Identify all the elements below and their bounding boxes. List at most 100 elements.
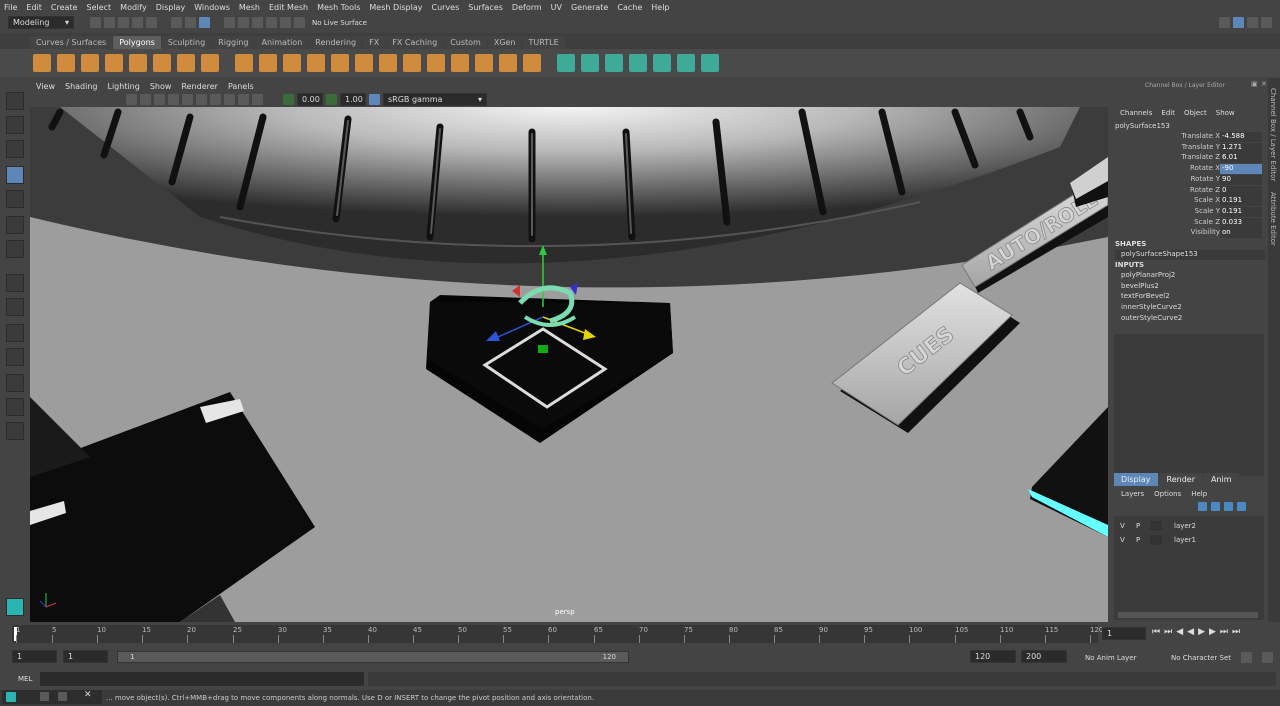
save-scene-icon[interactable] bbox=[118, 17, 129, 28]
menu-generate[interactable]: Generate bbox=[571, 3, 608, 12]
layer-tab-render[interactable]: Render bbox=[1159, 473, 1202, 486]
layer-menu-help[interactable]: Help bbox=[1191, 490, 1207, 498]
shelf-tab-curves-surfaces[interactable]: Curves / Surfaces bbox=[30, 36, 113, 49]
layer-menu-options[interactable]: Options bbox=[1154, 490, 1181, 498]
menu-uv[interactable]: UV bbox=[551, 3, 562, 12]
layer-menu-layers[interactable]: Layers bbox=[1121, 490, 1144, 498]
menu-file[interactable]: File bbox=[4, 3, 17, 12]
layout-uv-icon[interactable] bbox=[701, 54, 719, 72]
go-to-start-icon[interactable]: ⏮ bbox=[1152, 627, 1160, 637]
viewport-menu-shading[interactable]: Shading bbox=[65, 82, 98, 91]
checker-icon[interactable] bbox=[677, 54, 695, 72]
connect-icon[interactable] bbox=[403, 54, 421, 72]
attribute-value[interactable]: 0.191 bbox=[1220, 206, 1262, 217]
shadows-icon[interactable] bbox=[196, 94, 207, 105]
attribute-row[interactable]: Translate X -4.588 bbox=[1110, 132, 1264, 143]
channel-box-toggle-icon[interactable] bbox=[1233, 17, 1244, 28]
layer-scrollbar[interactable] bbox=[1118, 612, 1258, 618]
spherical-mapping-icon[interactable] bbox=[605, 54, 623, 72]
new-layer-selected-icon[interactable] bbox=[1237, 502, 1246, 511]
anim-layer-dropdown[interactable]: No Anim Layer bbox=[1085, 654, 1136, 662]
cylindrical-mapping-icon[interactable] bbox=[581, 54, 599, 72]
attribute-value[interactable]: 0.191 bbox=[1220, 196, 1262, 207]
channel-menu-object[interactable]: Object bbox=[1184, 109, 1207, 119]
go-to-end-icon[interactable]: ⏭ bbox=[1232, 627, 1240, 637]
menu-display[interactable]: Display bbox=[156, 3, 186, 12]
snap-surface-icon[interactable] bbox=[280, 17, 291, 28]
attribute-row[interactable]: Rotate Z0 bbox=[1110, 185, 1264, 197]
new-layer-icon[interactable] bbox=[1224, 502, 1233, 511]
outliner-icon[interactable] bbox=[6, 398, 24, 416]
shelf-tab-polygons[interactable]: Polygons bbox=[113, 36, 161, 49]
attribute-value[interactable]: -90 bbox=[1220, 164, 1262, 175]
viewport-menu-lighting[interactable]: Lighting bbox=[107, 82, 139, 91]
menu-cache[interactable]: Cache bbox=[617, 3, 642, 12]
menu-mesh-tools[interactable]: Mesh Tools bbox=[317, 3, 360, 12]
menu-surfaces[interactable]: Surfaces bbox=[468, 3, 503, 12]
mode-dropdown[interactable]: Modeling ▾ bbox=[8, 16, 74, 29]
attribute-row[interactable]: Scale Z 0.033 bbox=[1110, 217, 1264, 229]
snap-curve-icon[interactable] bbox=[238, 17, 249, 28]
exposure-field[interactable]: 0.00 bbox=[297, 93, 323, 106]
aa-icon[interactable] bbox=[224, 94, 235, 105]
poly-pipe-icon[interactable] bbox=[201, 54, 219, 72]
restore-window-icon[interactable] bbox=[40, 692, 49, 701]
xray-icon[interactable] bbox=[238, 94, 249, 105]
automatic-mapping-icon[interactable] bbox=[629, 54, 647, 72]
layer-visibility-toggle[interactable]: V bbox=[1120, 536, 1125, 544]
target-weld-icon[interactable] bbox=[379, 54, 397, 72]
play-forward-icon[interactable]: ▶ bbox=[1198, 627, 1205, 637]
lasso-tool-icon[interactable] bbox=[6, 116, 24, 134]
layer-color-swatch[interactable] bbox=[1150, 521, 1162, 531]
menu-edit[interactable]: Edit bbox=[26, 3, 42, 12]
viewport-menu-show[interactable]: Show bbox=[150, 82, 172, 91]
time-ruler[interactable]: 1 5 10 15 20 25 30 35 40 45 50 55 60 65 70 75 80 85 90 95 10… bbox=[12, 625, 1103, 643]
attribute-row[interactable]: Translate Z 6.01 bbox=[1110, 153, 1264, 164]
wireframe-icon[interactable] bbox=[140, 94, 151, 105]
input-node[interactable]: innerStyleCurve2 bbox=[1121, 303, 1182, 314]
playback-start-field[interactable]: 1 bbox=[63, 650, 108, 663]
insert-loop-icon[interactable] bbox=[499, 54, 517, 72]
layer-visibility-toggle[interactable]: V bbox=[1120, 522, 1125, 530]
open-scene-icon[interactable] bbox=[104, 17, 115, 28]
attribute-value[interactable]: -4.588 bbox=[1220, 132, 1262, 142]
side-tab-attribute-editor[interactable]: Attribute Editor bbox=[1269, 192, 1277, 246]
multi-cut-icon[interactable] bbox=[355, 54, 373, 72]
viewport-menu-panels[interactable]: Panels bbox=[228, 82, 254, 91]
menu-mesh-display[interactable]: Mesh Display bbox=[369, 3, 422, 12]
menu-create[interactable]: Create bbox=[51, 3, 78, 12]
layer-color-swatch[interactable] bbox=[1150, 535, 1162, 545]
shelf-tab-custom[interactable]: Custom bbox=[444, 36, 487, 49]
move-layer-up-icon[interactable] bbox=[1198, 502, 1207, 511]
input-node[interactable]: polyPlanarProj2 bbox=[1121, 271, 1182, 282]
close-icon[interactable]: ✕ bbox=[1261, 80, 1267, 88]
layer-playback-toggle[interactable]: P bbox=[1136, 536, 1140, 544]
attribute-value[interactable]: 0.033 bbox=[1220, 217, 1262, 228]
viewport-menu-renderer[interactable]: Renderer bbox=[181, 82, 218, 91]
autokey-icon[interactable] bbox=[1241, 652, 1252, 663]
isolate-icon[interactable] bbox=[252, 94, 263, 105]
range-slider[interactable]: 1 120 bbox=[117, 651, 629, 663]
menu-modify[interactable]: Modify bbox=[120, 3, 147, 12]
step-back-key-icon[interactable]: ⏭ bbox=[1164, 627, 1172, 637]
gamma-icon[interactable] bbox=[326, 94, 337, 105]
float-icon[interactable]: ▣ bbox=[1251, 80, 1258, 88]
step-forward-key-icon[interactable]: ⏭ bbox=[1220, 627, 1228, 637]
layer-tab-display[interactable]: Display bbox=[1114, 473, 1158, 486]
move-layer-down-icon[interactable] bbox=[1211, 502, 1220, 511]
layer-name[interactable]: layer1 bbox=[1174, 536, 1196, 544]
input-node[interactable]: bevelPlus2 bbox=[1121, 282, 1182, 293]
extrude-icon[interactable] bbox=[427, 54, 445, 72]
attribute-row[interactable]: Scale Y 0.191 bbox=[1110, 206, 1264, 218]
channel-menu-show[interactable]: Show bbox=[1216, 109, 1235, 119]
rotate-tool-icon[interactable] bbox=[6, 190, 24, 208]
anim-start-field[interactable]: 1 bbox=[12, 650, 57, 663]
shelf-tab-fx[interactable]: FX bbox=[363, 36, 386, 49]
layer-row[interactable]: V Player2 bbox=[1114, 520, 1264, 533]
menu-windows[interactable]: Windows bbox=[194, 3, 230, 12]
attribute-row[interactable]: Rotate Y 90 bbox=[1110, 174, 1264, 186]
last-tool-icon[interactable] bbox=[6, 240, 24, 258]
menu-select[interactable]: Select bbox=[86, 3, 111, 12]
camera-icon[interactable] bbox=[126, 94, 137, 105]
viewport-menu-view[interactable]: View bbox=[36, 82, 55, 91]
